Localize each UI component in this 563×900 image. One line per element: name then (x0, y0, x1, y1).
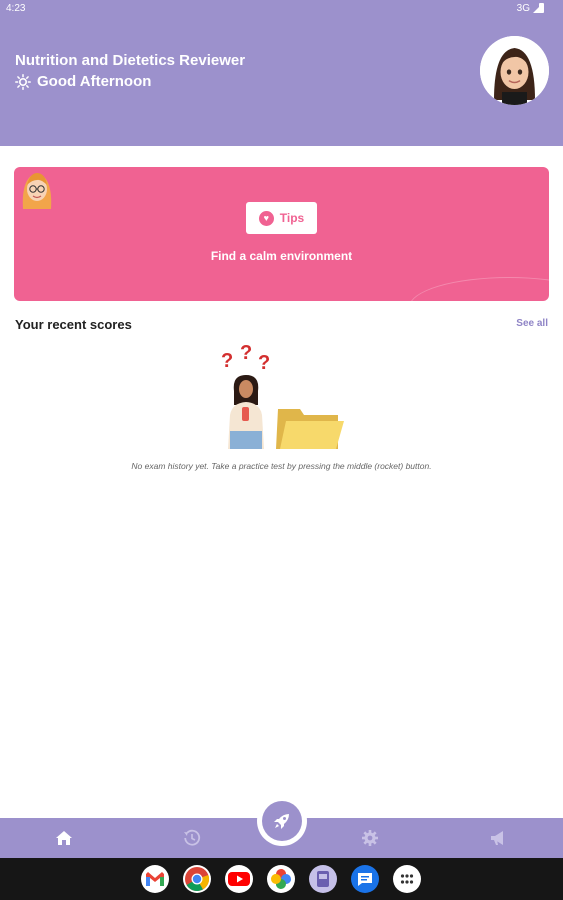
messages-app[interactable] (351, 865, 379, 893)
app-header: Nutrition and Dietetics Reviewer Good Af… (0, 18, 563, 146)
status-time: 4:23 (6, 3, 26, 14)
network-type: 3G (516, 3, 530, 14)
youtube-app[interactable] (225, 865, 253, 893)
app-drawer[interactable] (393, 865, 421, 893)
see-all-link[interactable]: See all (516, 318, 548, 329)
app-drawer-icon (400, 874, 414, 884)
svg-text:?: ? (240, 345, 252, 364)
rocket-icon (274, 814, 289, 829)
nav-announcements[interactable] (487, 828, 509, 848)
app-title: Nutrition and Dietetics Reviewer (15, 52, 246, 69)
avatar[interactable] (480, 36, 549, 105)
history-icon (184, 829, 201, 846)
greeting: Good Afternoon (15, 73, 151, 90)
tip-card[interactable]: ♥ Tips Find a calm environment (14, 167, 549, 301)
settings-icon (362, 830, 378, 846)
files-app[interactable] (309, 865, 337, 893)
decorative-curve (409, 277, 549, 301)
status-indicators: 3G (517, 3, 541, 14)
photos-icon (271, 869, 291, 889)
nav-home[interactable] (53, 828, 75, 848)
recent-scores-title: Your recent scores (15, 317, 132, 332)
avatar-image (480, 36, 549, 105)
svg-text:?: ? (221, 350, 233, 372)
messages-icon (358, 873, 372, 886)
nav-history[interactable] (181, 828, 203, 848)
youtube-icon (228, 872, 250, 886)
system-dock (0, 858, 563, 900)
battery-icon (539, 3, 544, 13)
tip-text: Find a calm environment (210, 249, 353, 263)
files-icon (317, 871, 329, 887)
status-bar: 4:23 3G (0, 0, 563, 18)
photos-app[interactable] (267, 865, 295, 893)
chrome-app[interactable] (183, 865, 211, 893)
tips-button-label: Tips (279, 211, 305, 225)
rocket-button-inner (262, 801, 302, 841)
heart-icon: ♥ (258, 210, 274, 226)
home-icon (56, 831, 72, 845)
sun-icon (15, 73, 31, 90)
tips-button[interactable]: ♥ Tips (246, 202, 317, 234)
empty-state-illustration: ? ? ? (221, 345, 344, 449)
greeting-text: Good Afternoon (37, 73, 152, 90)
mascot-icon (22, 173, 52, 209)
gmail-app[interactable] (141, 865, 169, 893)
nav-settings[interactable] (359, 828, 381, 848)
chrome-icon (185, 867, 210, 892)
svg-text:?: ? (258, 352, 270, 374)
rocket-button[interactable] (257, 796, 307, 846)
megaphone-icon (491, 831, 503, 845)
empty-state-message: No exam history yet. Take a practice tes… (131, 461, 432, 471)
gmail-icon (146, 872, 164, 886)
